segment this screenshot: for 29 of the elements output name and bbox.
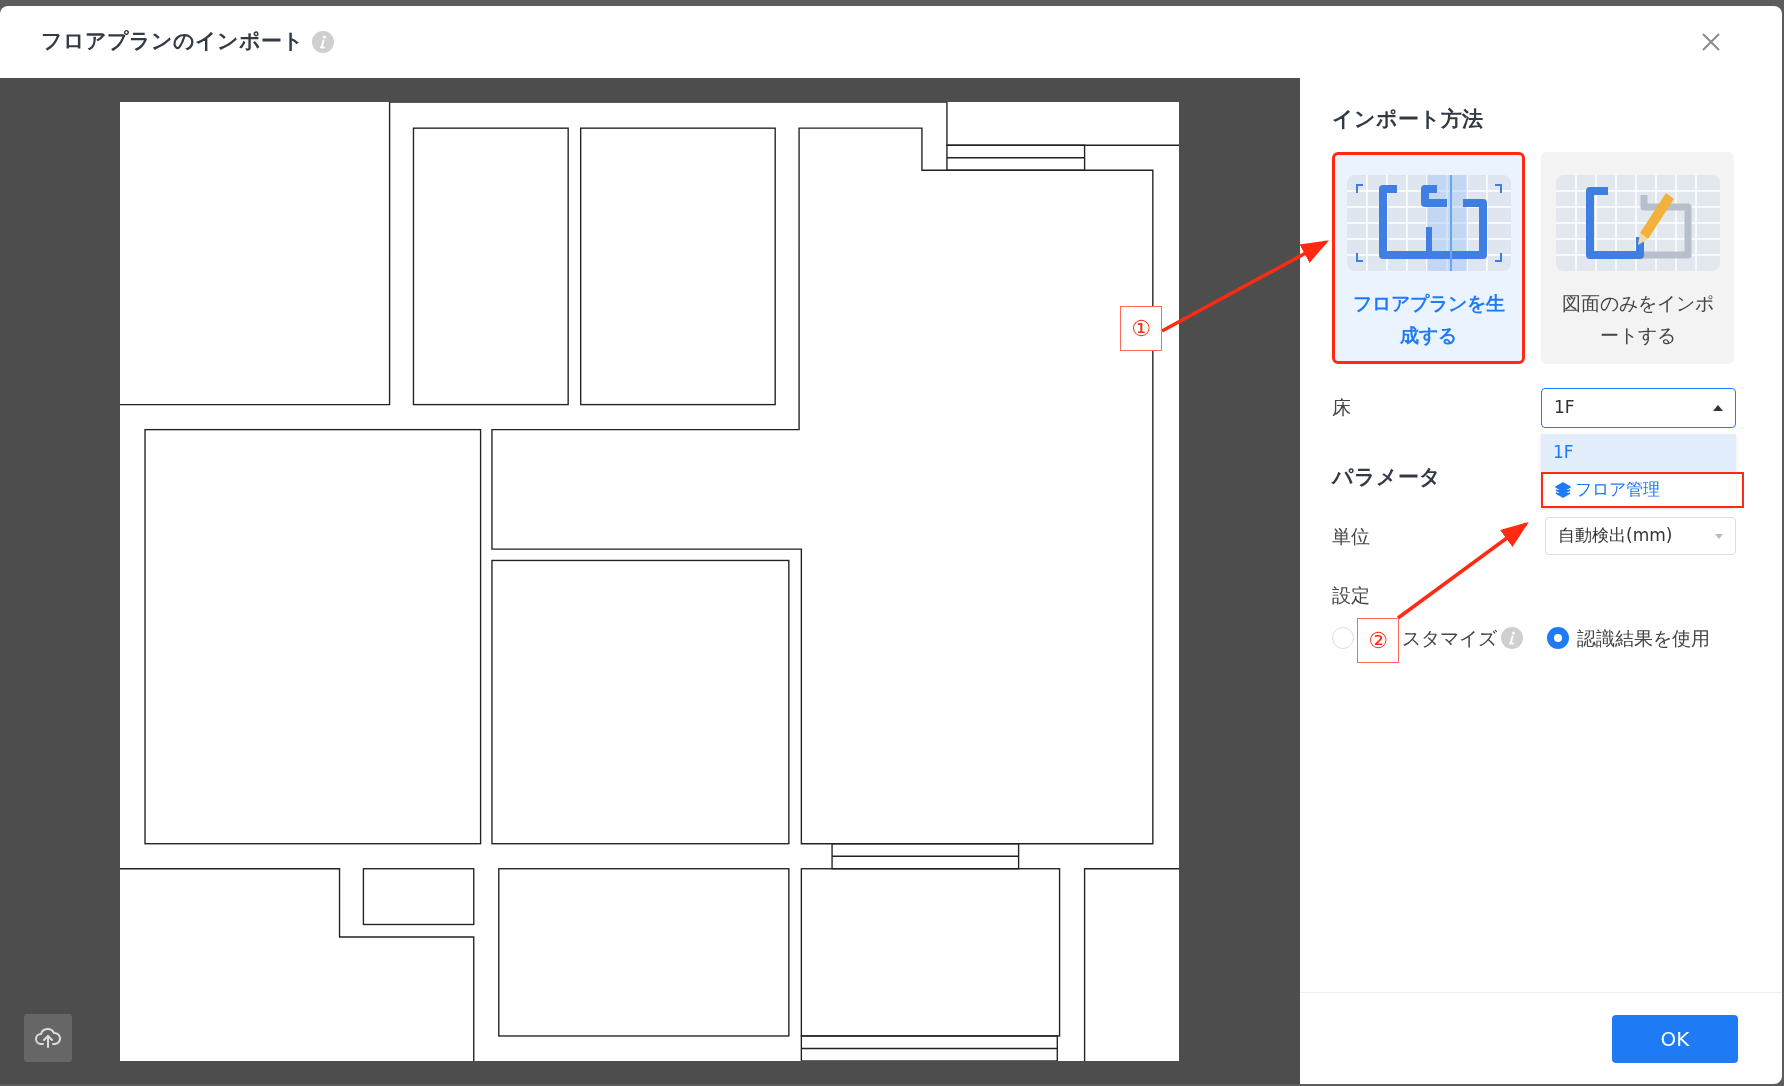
floor-select[interactable]: 1F	[1541, 387, 1736, 428]
dropdown-option[interactable]: 1F	[1541, 433, 1736, 472]
annotation-marker: ②	[1357, 618, 1399, 663]
radio-button[interactable]	[1547, 626, 1569, 649]
card-label: 図面のみをインポートする	[1560, 290, 1715, 348]
ok-button[interactable]: OK	[1612, 1014, 1738, 1063]
section-heading: パラメータ	[1332, 463, 1441, 491]
caret-icon	[1715, 533, 1723, 539]
layers-icon	[1555, 481, 1571, 498]
unit-select[interactable]: 自動検出(mm)	[1545, 517, 1736, 555]
close-icon[interactable]	[1701, 32, 1721, 52]
dialog-title: フロアプランのインポート	[41, 28, 304, 56]
floor-plan-scan-icon	[1346, 174, 1511, 271]
import-method-card[interactable]: フロアプランを生成する	[1332, 151, 1525, 364]
annotation-marker: ①	[1120, 306, 1162, 351]
floor-manage-link[interactable]: フロア管理	[1541, 471, 1744, 508]
section-heading: インポート方法	[1332, 106, 1484, 133]
card-label: フロアプランを生成する	[1351, 290, 1506, 348]
radio-button[interactable]	[1332, 626, 1354, 649]
caret-icon	[1713, 404, 1723, 411]
field-label: 設定	[1332, 583, 1371, 608]
radio-label: スタマイズ	[1402, 625, 1497, 651]
field-label: 単位	[1332, 523, 1370, 549]
radio-label: 認識結果を使用	[1577, 625, 1710, 651]
cloud-upload-icon	[35, 1027, 61, 1049]
upload-button[interactable]	[24, 1014, 72, 1062]
field-label: 床	[1332, 395, 1351, 421]
floor-plan-pencil-icon	[1555, 174, 1720, 271]
import-method-card[interactable]: 図面のみをインポートする	[1541, 151, 1734, 364]
